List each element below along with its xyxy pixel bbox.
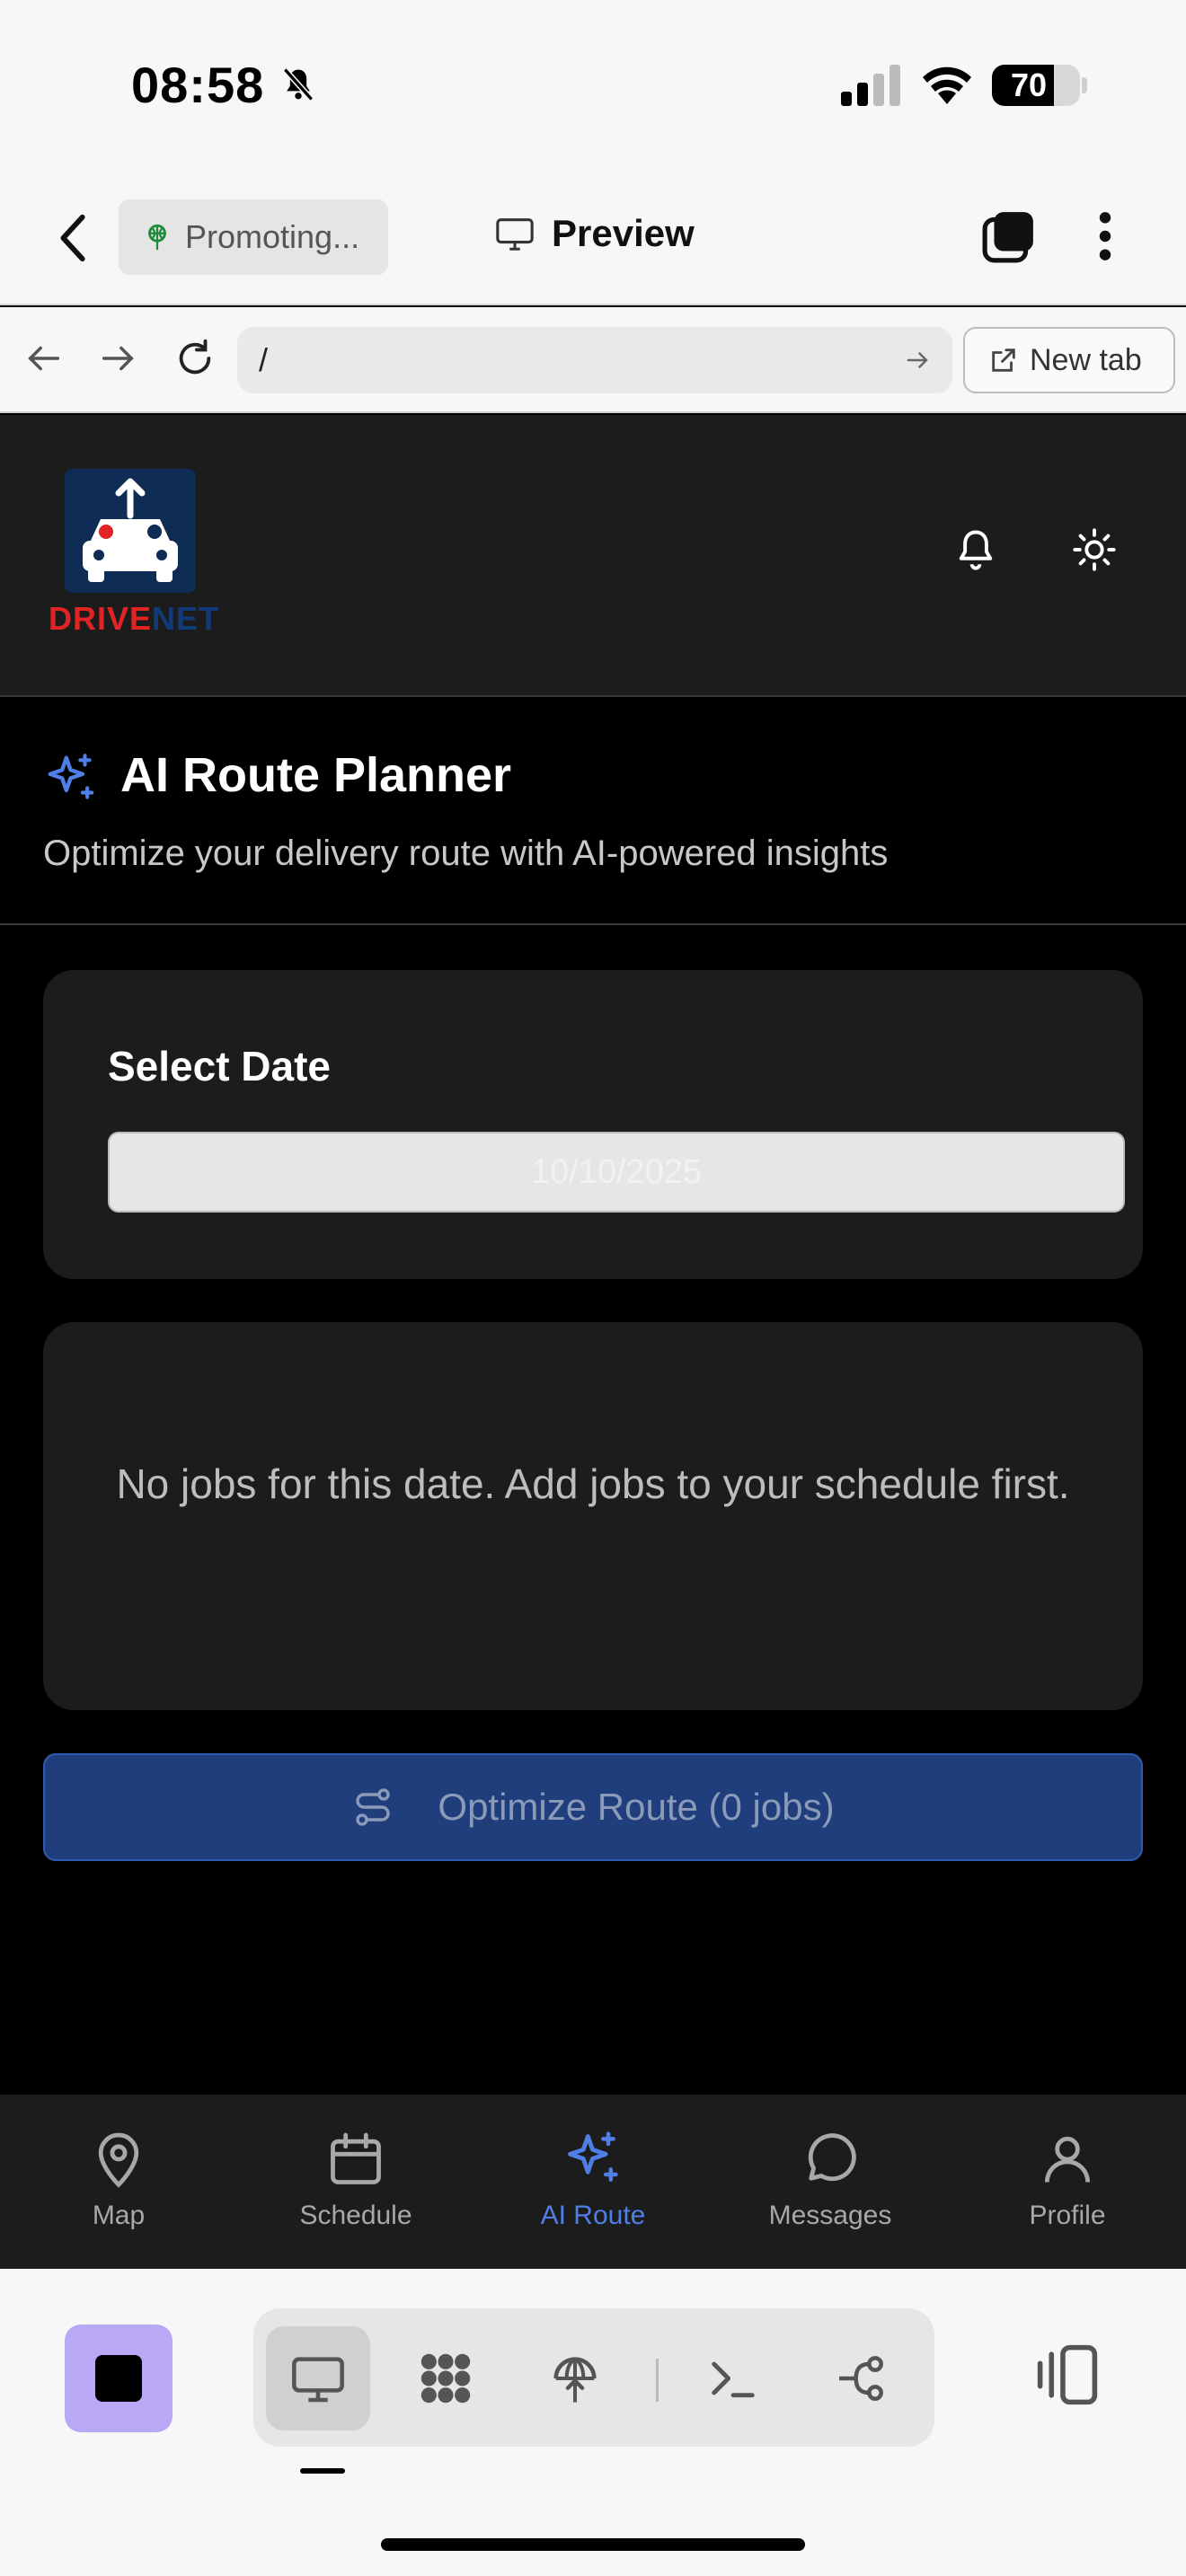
page-subtitle: Optimize your delivery route with AI-pow… [43,834,889,873]
nav-item-profile[interactable]: Profile [949,2095,1186,2269]
map-pin-icon [98,2132,139,2188]
nav-label-messages: Messages [768,2201,892,2230]
back-chevron-icon[interactable] [54,212,93,264]
project-switcher[interactable]: Promoting... [119,199,388,275]
browser-forward-icon[interactable] [97,338,138,379]
git-tool-button[interactable] [809,2326,913,2430]
globe-upload-icon [553,2357,597,2403]
tool-group [253,2308,934,2447]
chat-bubble-icon [808,2133,856,2182]
wifi-icon [923,66,971,104]
car-upload-icon [83,478,178,582]
sparkles-icon [48,754,94,799]
select-date-label: Select Date [108,1043,332,1090]
new-tab-label: New tab [1030,342,1142,377]
notification-bell-icon[interactable] [952,526,999,573]
logo-wordmark: DRIVENET [49,600,218,638]
toolbar-divider [656,2359,659,2402]
logo-text-net: NET [152,600,220,637]
monitor-icon [292,2357,344,2403]
sparkles-icon [568,2131,618,2182]
optimize-route-button[interactable]: Optimize Route (0 jobs) [43,1753,1143,1861]
preview-label: Preview [552,212,695,254]
external-link-icon [992,348,1015,372]
bottom-nav: Map Schedule AI Route Messages Profile [0,2095,1186,2269]
go-arrow-icon[interactable] [902,347,933,374]
project-name: Promoting... [185,218,360,255]
drivenet-logo[interactable]: DRIVENET [49,469,218,648]
url-bar[interactable] [237,327,952,393]
user-icon [1044,2136,1091,2183]
site-header: DRIVENET [0,415,1186,697]
status-time: 08:58 [131,57,265,113]
logo-text-drive: DRIVE [49,600,153,637]
date-input[interactable]: 10/10/2025 [108,1132,1125,1213]
app-header: Promoting... Preview [0,171,1186,305]
stop-button[interactable] [65,2325,173,2432]
battery-nub [1082,77,1087,93]
preview-title: Preview [494,212,695,255]
logo-mark [65,469,196,593]
browser-back-icon[interactable] [23,338,65,379]
date-card: Select Date 10/10/2025 [43,970,1143,1279]
home-indicator [381,2538,805,2551]
active-tool-indicator [300,2468,345,2474]
more-vertical-icon[interactable] [1089,208,1121,264]
monitor-icon [496,218,534,251]
globe-tree-icon [148,224,166,251]
nav-label-ai-route: AI Route [540,2201,646,2230]
terminal-icon [712,2361,755,2398]
optimize-route-label: Optimize Route (0 jobs) [438,1786,835,1828]
empty-state-message: No jobs for this date. Add jobs to your … [116,1460,1070,1507]
nav-label-profile: Profile [1029,2201,1106,2230]
route-icon [356,1788,391,1826]
calendar-icon [331,2132,381,2184]
new-tab-button[interactable]: New tab [963,327,1175,393]
tabs-icon[interactable] [981,208,1037,264]
page-title: AI Route Planner [120,748,512,802]
split-view-icon[interactable] [1033,2341,1102,2409]
nav-label-map: Map [92,2201,146,2230]
terminal-tool-button[interactable] [681,2326,785,2430]
reload-icon[interactable] [174,338,216,379]
url-input[interactable] [259,327,888,393]
bell-muted-icon [282,67,314,101]
nav-label-schedule: Schedule [299,2201,412,2230]
editor-toolbar [0,2269,1186,2576]
preview-tool-button[interactable] [266,2326,370,2430]
cellular-signal-icon [841,65,900,106]
browser-bar: New tab [0,307,1186,413]
git-branch-icon [839,2356,883,2401]
code-blocks-tool-button[interactable] [394,2326,498,2430]
status-bar: 08:58 70 [0,0,1186,171]
nav-item-ai-route[interactable]: AI Route [474,2095,712,2269]
sun-theme-icon[interactable] [1071,526,1118,573]
nav-item-map[interactable]: Map [0,2095,237,2269]
nav-item-messages[interactable]: Messages [712,2095,949,2269]
deploy-tool-button[interactable] [523,2326,627,2430]
battery-percent: 70 [1010,66,1048,103]
nav-item-schedule[interactable]: Schedule [237,2095,474,2269]
page-heading: AI Route Planner Optimize your delivery … [0,699,1186,925]
grid-blobs-icon [420,2353,471,2404]
empty-state-card: No jobs for this date. Add jobs to your … [43,1322,1143,1710]
battery-indicator: 70 [992,65,1080,106]
